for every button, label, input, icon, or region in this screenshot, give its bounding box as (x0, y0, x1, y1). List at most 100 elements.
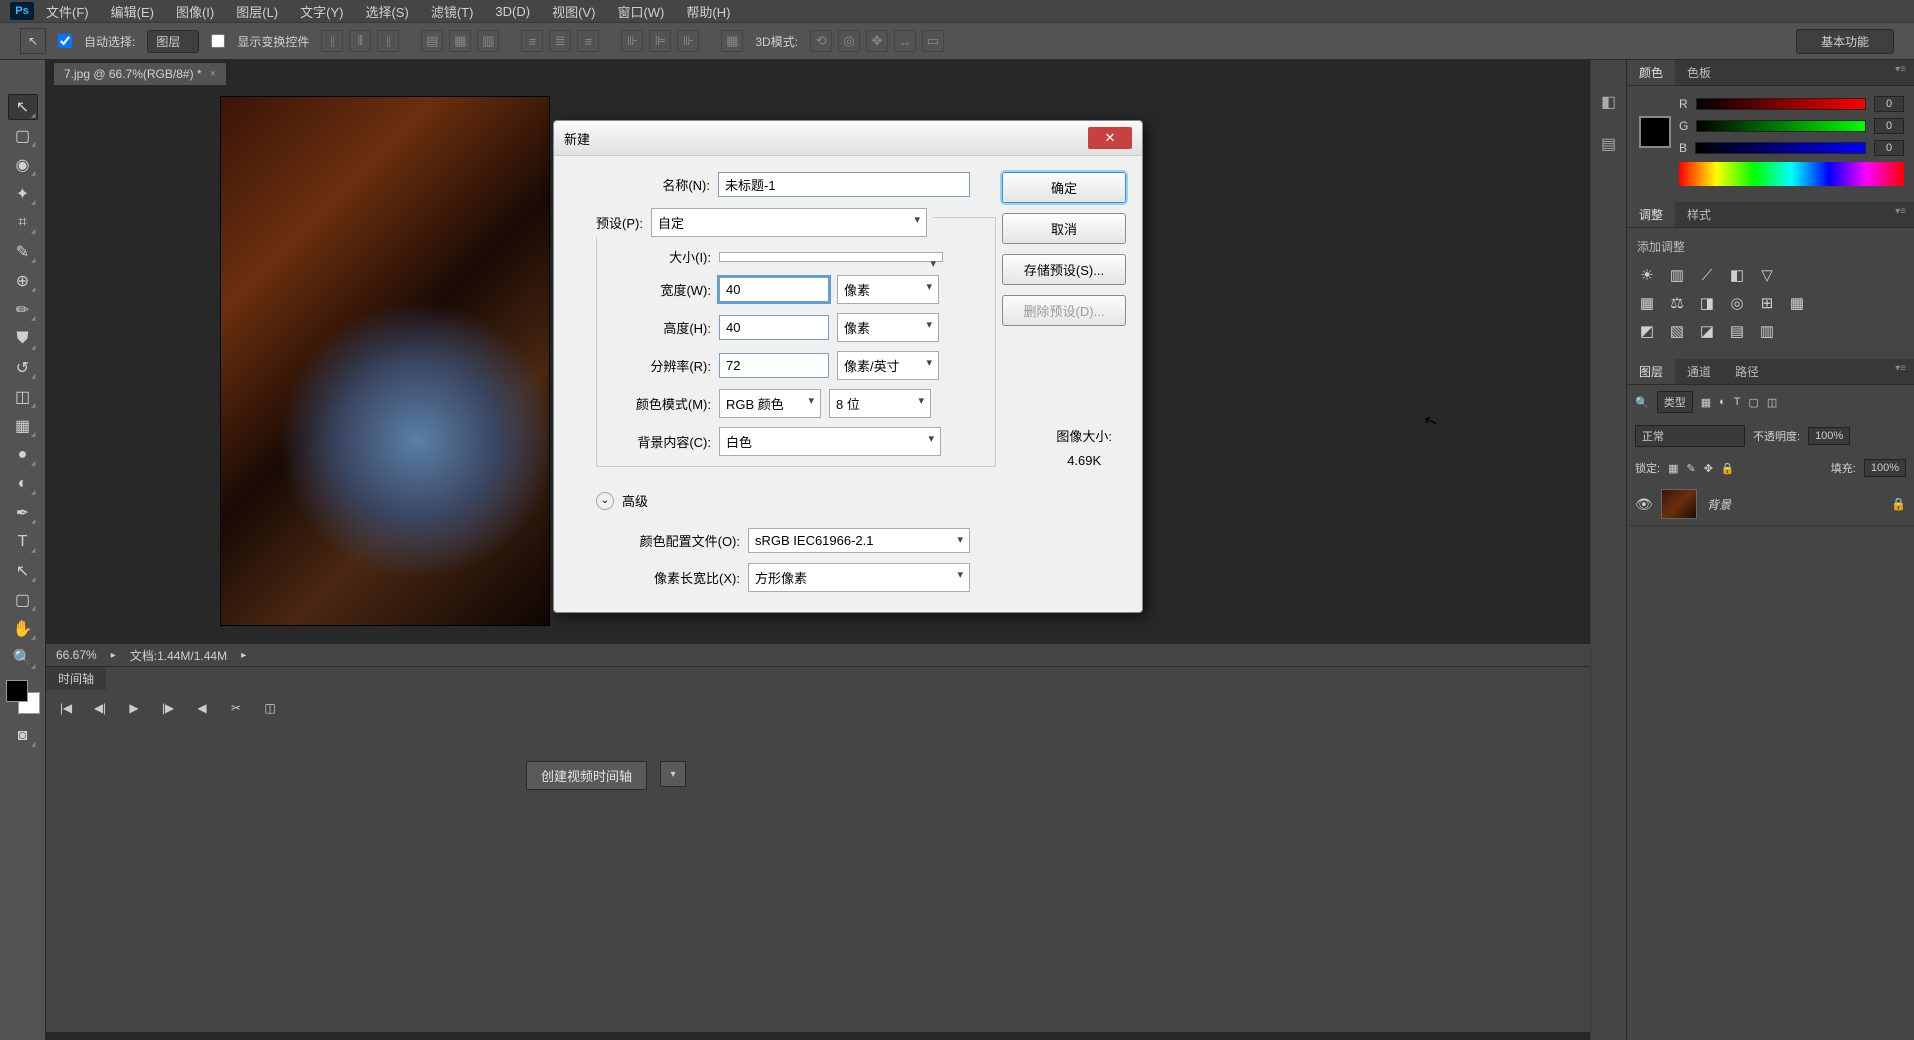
bw-icon[interactable]: ◨ (1697, 293, 1717, 313)
dialog-titlebar[interactable]: 新建 ✕ (554, 121, 1142, 156)
gradient-map-icon[interactable]: ▤ (1727, 321, 1747, 341)
auto-select-checkbox[interactable] (58, 34, 72, 48)
3d-scale-icon[interactable]: ▭ (922, 30, 944, 52)
distribute-icon[interactable]: ⊫ (649, 30, 671, 52)
selective-icon[interactable]: ▥ (1757, 321, 1777, 341)
create-video-dropdown[interactable]: ▾ (660, 761, 686, 787)
height-input[interactable] (719, 315, 829, 340)
tab-swatches[interactable]: 色板 (1675, 60, 1723, 85)
filter-smart-icon[interactable]: ◫ (1767, 396, 1777, 409)
cancel-button[interactable]: 取消 (1002, 213, 1126, 244)
show-transform-checkbox[interactable] (211, 34, 225, 48)
move-tool[interactable]: ↖ (8, 94, 38, 120)
exposure-icon[interactable]: ◧ (1727, 265, 1747, 285)
dodge-tool[interactable]: ◐ (8, 471, 38, 497)
search-icon[interactable]: 🔍 (1635, 396, 1649, 409)
tab-paths[interactable]: 路径 (1723, 359, 1771, 384)
document-tab[interactable]: 7.jpg @ 66.7%(RGB/8#) * × (54, 63, 226, 85)
width-input[interactable] (719, 277, 829, 302)
mixer-icon[interactable]: ⊞ (1757, 293, 1777, 313)
play-icon[interactable]: ▶ (124, 698, 144, 718)
panel-menu-icon[interactable]: ▾≡ (1887, 202, 1914, 227)
menu-layer[interactable]: 图层(L) (226, 0, 288, 23)
width-unit-dropdown[interactable]: 像素 (837, 275, 939, 304)
resolution-input[interactable] (719, 353, 829, 378)
name-input[interactable] (718, 172, 970, 197)
filter-shape-icon[interactable]: ▢ (1749, 396, 1759, 409)
workspace-dropdown[interactable]: 基本功能 (1796, 29, 1894, 54)
menu-edit[interactable]: 编辑(E) (101, 0, 164, 23)
menu-select[interactable]: 选择(S) (355, 0, 418, 23)
align-icon[interactable]: ▤ (421, 30, 443, 52)
blend-mode-dropdown[interactable]: 正常 (1635, 425, 1745, 447)
r-slider[interactable] (1696, 98, 1866, 110)
g-slider[interactable] (1696, 120, 1866, 132)
threshold-icon[interactable]: ◪ (1697, 321, 1717, 341)
tab-color[interactable]: 颜色 (1627, 60, 1675, 85)
lock-paint-icon[interactable]: ✎ (1686, 462, 1695, 475)
3d-orbit-icon[interactable]: ⟲ (810, 30, 832, 52)
zoom-tool[interactable]: 🔍 (8, 645, 38, 671)
lock-all-icon[interactable]: 🔒 (1721, 462, 1735, 475)
menu-file[interactable]: 文件(F) (36, 0, 99, 23)
aspect-dropdown[interactable]: 方形像素 (748, 563, 970, 592)
spectrum-bar[interactable] (1679, 162, 1904, 186)
vibrance-icon[interactable]: ▽ (1757, 265, 1777, 285)
lookup-icon[interactable]: ▦ (1787, 293, 1807, 313)
first-frame-icon[interactable]: |◀ (56, 698, 76, 718)
ok-button[interactable]: 确定 (1002, 172, 1126, 203)
path-tool[interactable]: ↖ (8, 558, 38, 584)
tool-indicator[interactable]: ↖ (20, 28, 46, 54)
size-dropdown[interactable] (719, 252, 943, 262)
layer-name[interactable]: 背景 (1707, 496, 1731, 513)
tab-layers[interactable]: 图层 (1627, 359, 1675, 384)
close-icon[interactable]: × (210, 68, 216, 80)
gradient-tool[interactable]: ▦ (8, 413, 38, 439)
mode-dropdown[interactable]: RGB 颜色 (719, 389, 821, 418)
history-icon[interactable]: ◧ (1597, 90, 1621, 114)
align-icon[interactable]: ▥ (477, 30, 499, 52)
type-tool[interactable]: T (8, 529, 38, 555)
auto-select-dropdown[interactable]: 图层 (147, 30, 199, 53)
height-unit-dropdown[interactable]: 像素 (837, 313, 939, 342)
pen-tool[interactable]: ✒ (8, 500, 38, 526)
color-swatches[interactable] (6, 680, 40, 714)
align-icon[interactable]: ⫴ (349, 30, 371, 52)
blur-tool[interactable]: ● (8, 442, 38, 468)
distribute-icon[interactable]: ≣ (549, 30, 571, 52)
brightness-icon[interactable]: ☀ (1637, 265, 1657, 285)
g-value[interactable]: 0 (1874, 118, 1904, 134)
profile-dropdown[interactable]: sRGB IEC61966-2.1 (748, 528, 970, 553)
panel-menu-icon[interactable]: ▾≡ (1887, 359, 1914, 384)
invert-icon[interactable]: ◩ (1637, 321, 1657, 341)
marquee-tool[interactable]: ▢ (8, 123, 38, 149)
heal-tool[interactable]: ⊕ (8, 268, 38, 294)
transition-icon[interactable]: ◫ (260, 698, 280, 718)
layer-row[interactable]: 👁 背景 🔒 (1627, 483, 1914, 526)
tab-adjustments[interactable]: 调整 (1627, 202, 1675, 227)
opacity-input[interactable]: 100% (1808, 427, 1850, 445)
depth-dropdown[interactable]: 8 位 (829, 389, 931, 418)
3d-pan-icon[interactable]: ✥ (866, 30, 888, 52)
b-value[interactable]: 0 (1874, 140, 1904, 156)
3d-slide-icon[interactable]: ↔ (894, 30, 916, 52)
layer-thumbnail[interactable] (1661, 489, 1697, 519)
filter-adjust-icon[interactable]: ◐ (1719, 396, 1726, 408)
resolution-unit-dropdown[interactable]: 像素/英寸 (837, 351, 939, 380)
fill-input[interactable]: 100% (1864, 459, 1906, 477)
info-caret-icon[interactable]: ▸ (241, 650, 246, 661)
close-button[interactable]: ✕ (1088, 127, 1132, 149)
scissors-icon[interactable]: ✂ (226, 698, 246, 718)
delete-preset-button[interactable]: 删除预设(D)... (1002, 295, 1126, 326)
eyedropper-tool[interactable]: ✎ (8, 239, 38, 265)
properties-icon[interactable]: ▤ (1597, 132, 1621, 156)
advanced-toggle-icon[interactable]: ⌄ (596, 492, 614, 510)
eraser-tool[interactable]: ◫ (8, 384, 38, 410)
bg-content-dropdown[interactable]: 白色 (719, 427, 941, 456)
tab-channels[interactable]: 通道 (1675, 359, 1723, 384)
zoom-caret-icon[interactable]: ▸ (111, 650, 116, 661)
crop-tool[interactable]: ⌗ (8, 210, 38, 236)
menu-window[interactable]: 窗口(W) (607, 0, 674, 23)
last-frame-icon[interactable]: ◀ (192, 698, 212, 718)
balance-icon[interactable]: ⚖ (1667, 293, 1687, 313)
